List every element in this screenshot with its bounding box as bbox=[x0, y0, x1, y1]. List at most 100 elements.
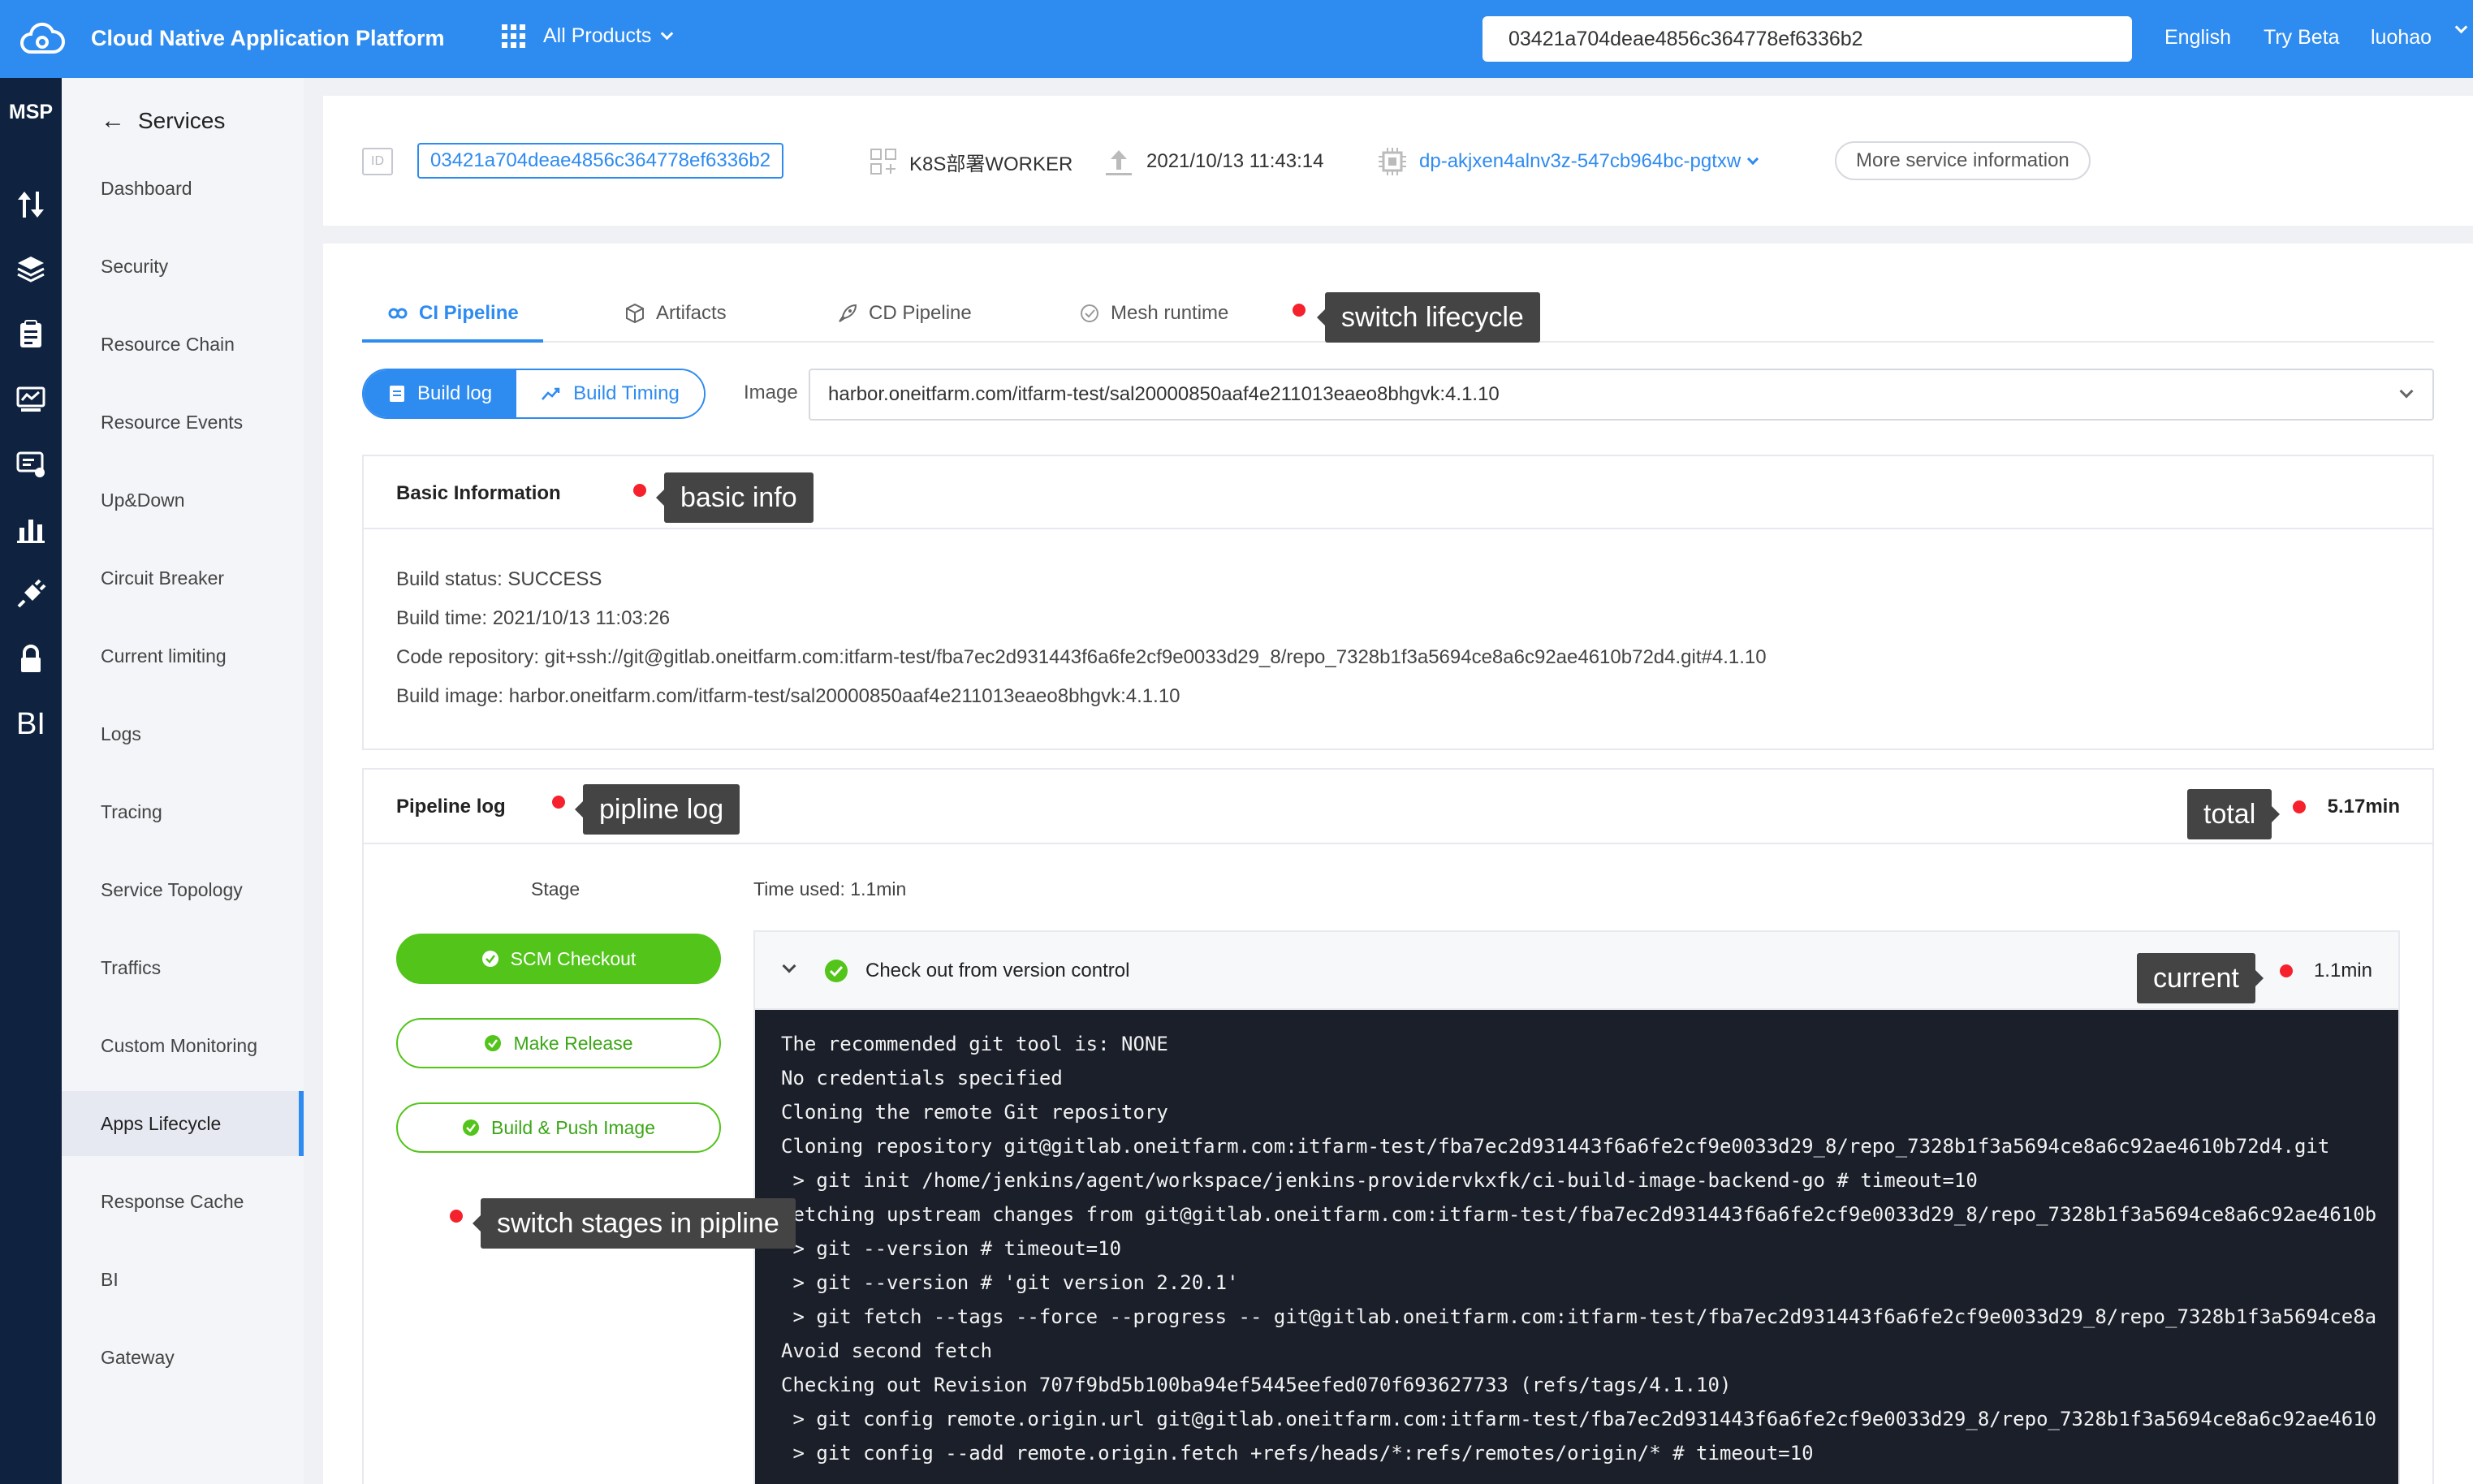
grid-icon bbox=[502, 24, 525, 48]
basic-info-title: Basic Information bbox=[396, 482, 561, 504]
sidebar-item-up-down[interactable]: Up&Down bbox=[62, 468, 304, 533]
pod-selector[interactable]: dp-akjxen4alnv3z-547cb964bc-pgtxw bbox=[1377, 145, 1759, 179]
document-icon bbox=[390, 386, 404, 402]
try-beta-link[interactable]: Try Beta bbox=[2264, 26, 2340, 50]
tab-ci-pipeline[interactable]: CI Pipeline bbox=[362, 300, 543, 343]
step-title: Check out from version control bbox=[865, 960, 1130, 981]
build-timing-label: Build Timing bbox=[573, 382, 680, 404]
user-menu[interactable]: luohao bbox=[2371, 26, 2432, 50]
log-line: > git config --add remote.origin.fetch +… bbox=[781, 1442, 1814, 1465]
sidebar-item-current-limiting[interactable]: Current limiting bbox=[62, 623, 304, 688]
service-sidebar: ← Services Dashboard Security Resource Cha… bbox=[62, 78, 304, 1484]
global-search-input[interactable] bbox=[1483, 16, 2132, 62]
chevron-down-icon[interactable] bbox=[2454, 20, 2468, 34]
all-products-menu[interactable]: All Products bbox=[502, 24, 674, 48]
log-line: Cloning repository git@gitlab.oneitfarm.… bbox=[781, 1135, 2330, 1158]
step-panel: Check out from version control 1.1min Th… bbox=[753, 930, 2400, 1484]
annotation-dot bbox=[2280, 964, 2293, 977]
bar-chart-icon[interactable] bbox=[8, 510, 54, 549]
upload-icon bbox=[1106, 150, 1132, 175]
clipboard-icon[interactable] bbox=[8, 315, 54, 354]
lock-icon[interactable] bbox=[8, 640, 54, 679]
main-panel: CI Pipeline Artifacts CD Pipeline Mesh r… bbox=[323, 244, 2473, 1484]
build-timing-button[interactable]: Build Timing bbox=[516, 370, 704, 417]
cloud-logo-icon[interactable] bbox=[18, 19, 67, 58]
image-select[interactable]: harbor.oneitfarm.com/itfarm-test/sal2000… bbox=[809, 369, 2434, 421]
language-switch[interactable]: English bbox=[2164, 26, 2231, 50]
image-value: harbor.oneitfarm.com/itfarm-test/sal2000… bbox=[828, 383, 1500, 405]
stage-label: SCM Checkout bbox=[510, 947, 637, 969]
annotation-current: current bbox=[2137, 953, 2264, 1003]
stage-make-release[interactable]: Make Release bbox=[396, 1018, 721, 1068]
sidebar-item-custom-monitoring[interactable]: Custom Monitoring bbox=[62, 1013, 304, 1078]
chevron-down-icon bbox=[1747, 153, 1759, 166]
sidebar-item-response-cache[interactable]: Response Cache bbox=[62, 1169, 304, 1234]
tab-mesh-runtime[interactable]: Mesh runtime bbox=[1078, 300, 1228, 343]
tab-artifacts[interactable]: Artifacts bbox=[624, 300, 727, 343]
sidebar-item-service-topology[interactable]: Service Topology bbox=[62, 857, 304, 922]
all-products-label: All Products bbox=[543, 24, 652, 47]
sidebar-item-security[interactable]: Security bbox=[62, 234, 304, 299]
sidebar-item-tracing[interactable]: Tracing bbox=[62, 779, 304, 844]
monitor-icon[interactable] bbox=[8, 380, 54, 419]
tab-label: CD Pipeline bbox=[869, 302, 972, 324]
chevron-down-icon[interactable] bbox=[782, 959, 796, 973]
service-info-bar: ID 03421a704deae4856c364778ef6336b2 K8S部… bbox=[323, 96, 2473, 226]
stage-header: Stage bbox=[531, 878, 580, 899]
stage-build-push-image[interactable]: Build & Push Image bbox=[396, 1102, 721, 1153]
log-line: Fetching upstream changes from git@gitla… bbox=[781, 1203, 2377, 1226]
tab-label: Artifacts bbox=[656, 302, 727, 324]
step-duration: 1.1min bbox=[2313, 960, 2372, 981]
chevron-down-icon bbox=[661, 27, 674, 41]
sidebar-item-resource-events[interactable]: Resource Events bbox=[62, 390, 304, 455]
divider bbox=[364, 843, 2432, 844]
bi-icon[interactable]: BI bbox=[8, 705, 54, 744]
sidebar-item-bi[interactable]: BI bbox=[62, 1247, 304, 1312]
chip-icon bbox=[1379, 148, 1406, 175]
annotation-basic-info: basic info bbox=[656, 472, 814, 523]
rocket-icon bbox=[839, 304, 857, 322]
log-line: Avoid second fetch bbox=[781, 1339, 993, 1362]
app-rail: MSP BI bbox=[0, 78, 62, 1484]
chat-settings-icon[interactable] bbox=[8, 445, 54, 484]
check-circle-icon bbox=[481, 951, 498, 967]
sidebar-item-gateway[interactable]: Gateway bbox=[62, 1325, 304, 1390]
sidebar-item-dashboard[interactable]: Dashboard bbox=[62, 156, 304, 221]
annotation-dot bbox=[552, 796, 565, 809]
stage-scm-checkout[interactable]: SCM Checkout bbox=[396, 934, 721, 984]
tab-label: Mesh runtime bbox=[1111, 302, 1229, 324]
apps-icon bbox=[870, 149, 896, 175]
log-line: Cloning the remote Git repository bbox=[781, 1101, 1168, 1124]
service-id[interactable]: 03421a704deae4856c364778ef6336b2 bbox=[417, 143, 784, 179]
cube-icon bbox=[626, 303, 644, 324]
back-to-services[interactable]: ← Services bbox=[101, 107, 225, 135]
annotation-switch-lifecycle: switch lifecycle bbox=[1317, 292, 1540, 343]
tab-label: CI Pipeline bbox=[419, 302, 519, 324]
annotation-pipeline-log: pipline log bbox=[574, 784, 740, 835]
pipeline-log-title: Pipeline log bbox=[396, 796, 506, 817]
sidebar-item-apps-lifecycle[interactable]: Apps Lifecycle bbox=[62, 1091, 304, 1156]
layers-icon[interactable] bbox=[8, 250, 54, 289]
deploy-type: K8S部署WORKER bbox=[869, 145, 1072, 179]
annotation-dot bbox=[450, 1210, 463, 1223]
log-console[interactable]: The recommended git tool is: NONE No cred… bbox=[755, 1010, 2398, 1484]
log-line: > git --version # timeout=10 bbox=[781, 1237, 1122, 1260]
build-status: Build status: SUCCESS bbox=[396, 568, 602, 590]
build-log-button[interactable]: Build log bbox=[364, 370, 517, 417]
sidebar-item-traffics[interactable]: Traffics bbox=[62, 935, 304, 1000]
sidebar-item-logs[interactable]: Logs bbox=[62, 701, 304, 766]
up-down-arrows-icon[interactable] bbox=[8, 185, 54, 224]
sidebar-item-circuit-breaker[interactable]: Circuit Breaker bbox=[62, 546, 304, 610]
plug-icon[interactable] bbox=[8, 575, 54, 614]
sidebar-item-resource-chain[interactable]: Resource Chain bbox=[62, 312, 304, 377]
annotation-switch-stages: switch stages in pipline bbox=[473, 1198, 796, 1249]
image-label: Image bbox=[744, 382, 798, 403]
brand-title[interactable]: Cloud Native Application Platform bbox=[91, 26, 445, 51]
check-circle-icon bbox=[825, 960, 848, 982]
annotation-dot bbox=[2293, 800, 2306, 813]
id-tag: ID bbox=[362, 148, 393, 175]
tab-cd-pipeline[interactable]: CD Pipeline bbox=[836, 300, 972, 343]
more-service-info-button[interactable]: More service information bbox=[1835, 141, 2091, 180]
log-line: Checking out Revision 707f9bd5b100ba94ef… bbox=[781, 1374, 1732, 1396]
link-icon bbox=[388, 308, 408, 319]
